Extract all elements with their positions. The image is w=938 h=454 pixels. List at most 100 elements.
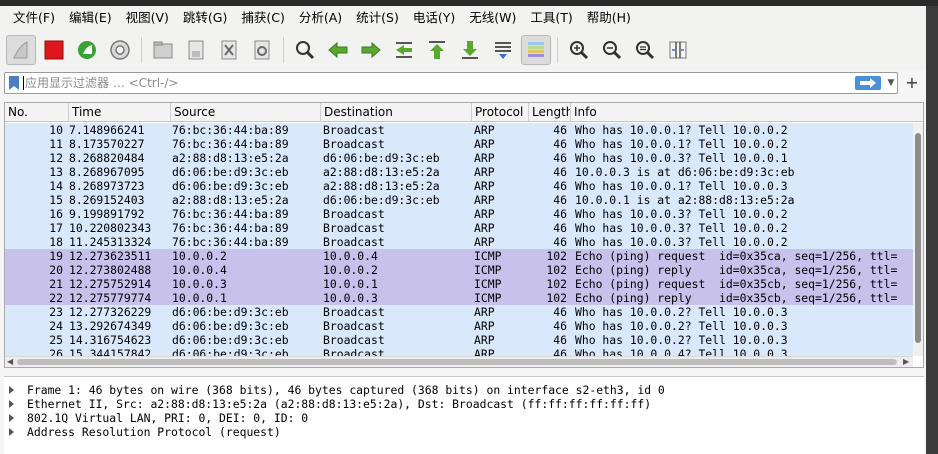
column-header-length[interactable]: Length <box>529 103 571 122</box>
column-header-time[interactable]: Time <box>69 103 171 122</box>
packet-list-horizontal-scrollbar[interactable]: ◀ ▶ <box>5 356 913 367</box>
packet-cell-info: 10.0.0.3 is at d6:06:be:d9:3c:eb <box>575 165 795 179</box>
packet-details-pane: Frame 1: 46 bytes on wire (368 bits), 46… <box>4 376 924 454</box>
packet-row[interactable]: 10 7.148966241 76:bc:36:44:ba:89 Broadcast A… <box>5 123 913 137</box>
menu-item[interactable]: 捕获(C) <box>234 6 291 30</box>
column-header-source[interactable]: Source <box>171 103 321 122</box>
display-filter-input[interactable] <box>25 74 845 92</box>
go-back-button[interactable] <box>323 35 353 65</box>
menu-item[interactable]: 无线(W) <box>462 6 523 30</box>
scrollbar-thumb[interactable] <box>17 359 897 365</box>
zoom-normal-button[interactable] <box>630 35 660 65</box>
packet-cell-time: 7.148966241 <box>69 123 145 137</box>
add-filter-button[interactable]: + <box>904 72 920 94</box>
stop-capture-button[interactable] <box>39 35 69 65</box>
save-file-button[interactable] <box>181 35 211 65</box>
go-first-packet-button[interactable] <box>422 35 452 65</box>
packet-cell-len: 102 <box>546 249 567 263</box>
packet-cell-info: Echo (ping) request id=0x35ca, seq=1/256… <box>575 249 898 263</box>
menu-item[interactable]: 电话(Y) <box>406 6 462 30</box>
packet-row[interactable]: 22 12.275779774 10.0.0.1 10.0.0.3 ICMP 102 Ech… <box>5 291 913 305</box>
packet-cell-src: 76:bc:36:44:ba:89 <box>172 207 289 221</box>
packet-row[interactable]: 25 14.316754623 d6:06:be:d9:3c:eb Broadcast… <box>5 333 913 347</box>
expand-arrow-icon[interactable] <box>9 400 14 408</box>
scrollbar-thumb[interactable] <box>915 133 921 343</box>
column-header-protocol[interactable]: Protocol <box>472 103 529 122</box>
find-packet-button[interactable] <box>290 35 320 65</box>
packet-cell-src: 10.0.0.4 <box>172 263 227 277</box>
packet-row[interactable]: 15 8.269152403 a2:88:d8:13:e5:2a d6:06:be:d… <box>5 193 913 207</box>
expand-arrow-icon[interactable] <box>9 428 14 436</box>
packet-cell-proto: ARP <box>474 151 495 165</box>
packet-row[interactable]: 24 13.292674349 d6:06:be:d9:3c:eb Broadcast… <box>5 319 913 333</box>
packet-row[interactable]: 17 10.220802343 76:bc:36:44:ba:89 Broadcast… <box>5 221 913 235</box>
apply-filter-button[interactable] <box>855 76 881 90</box>
packet-row[interactable]: 14 8.268973723 d6:06:be:d9:3c:eb a2:88:d8:1… <box>5 179 913 193</box>
packet-cell-no: 15 <box>49 193 63 207</box>
packet-row[interactable]: 13 8.268967095 d6:06:be:d9:3c:eb a2:88:d8:1… <box>5 165 913 179</box>
detail-tree-item[interactable]: Frame 1: 46 bytes on wire (368 bits), 46… <box>4 383 924 397</box>
detail-tree-item[interactable]: 802.1Q Virtual LAN, PRI: 0, DEI: 0, ID: … <box>4 411 924 425</box>
open-file-button[interactable] <box>148 35 178 65</box>
detail-tree-item[interactable]: Address Resolution Protocol (request) <box>4 425 924 439</box>
column-header-no[interactable]: No. <box>5 103 69 122</box>
detail-tree-label: Address Resolution Protocol (request) <box>27 425 281 439</box>
expand-arrow-icon[interactable] <box>9 386 14 394</box>
packet-cell-len: 46 <box>553 221 567 235</box>
detail-tree-item[interactable]: Ethernet II, Src: a2:88:d8:13:e5:2a (a2:… <box>4 397 924 411</box>
packet-cell-dst: Broadcast <box>323 305 385 319</box>
toolbar-separator <box>141 37 142 63</box>
packet-cell-src: d6:06:be:d9:3c:eb <box>172 319 289 333</box>
menu-item[interactable]: 视图(V) <box>119 6 176 30</box>
close-file-button[interactable] <box>214 35 244 65</box>
menu-item[interactable]: 编辑(E) <box>62 6 119 30</box>
packet-cell-no: 14 <box>49 179 63 193</box>
restart-capture-button[interactable] <box>72 35 102 65</box>
filter-history-dropdown[interactable]: ▼ <box>885 77 897 89</box>
packet-cell-proto: ICMP <box>474 291 502 305</box>
menu-item[interactable]: 工具(T) <box>523 6 579 30</box>
packet-cell-no: 10 <box>49 123 63 137</box>
menu-item[interactable]: 文件(F) <box>6 6 62 30</box>
packet-row[interactable]: 12 8.268820484 a2:88:d8:13:e5:2a d6:06:be:d… <box>5 151 913 165</box>
packet-cell-time: 8.173570227 <box>69 137 145 151</box>
column-header-info[interactable]: Info <box>571 103 923 122</box>
packet-row[interactable]: 18 11.245313324 76:bc:36:44:ba:89 Broadcast… <box>5 235 913 249</box>
packet-row[interactable]: 26 15.344157842 d6:06:be:d9:3c:eb Broadcast… <box>5 347 913 356</box>
go-to-packet-button[interactable] <box>389 35 419 65</box>
packet-cell-proto: ARP <box>474 137 495 151</box>
scroll-left-icon[interactable]: ◀ <box>7 357 13 366</box>
start-capture-button[interactable] <box>6 35 36 65</box>
packet-row[interactable]: 19 12.273623511 10.0.0.2 10.0.0.4 ICMP 102 Ech… <box>5 249 913 263</box>
go-last-packet-button[interactable] <box>455 35 485 65</box>
go-forward-button[interactable] <box>356 35 386 65</box>
packet-row[interactable]: 20 12.273802488 10.0.0.4 10.0.0.2 ICMP 102 Ech… <box>5 263 913 277</box>
scroll-right-icon[interactable]: ▶ <box>903 357 909 366</box>
packet-row[interactable]: 21 12.275752914 10.0.0.3 10.0.0.1 ICMP 102 Ech… <box>5 277 913 291</box>
packet-cell-dst: Broadcast <box>323 123 385 137</box>
packet-row[interactable]: 16 9.199891792 76:bc:36:44:ba:89 Broadcast A… <box>5 207 913 221</box>
autoscroll-button[interactable] <box>488 35 518 65</box>
zoom-out-button[interactable] <box>597 35 627 65</box>
menu-item[interactable]: 分析(A) <box>292 6 349 30</box>
column-header-destination[interactable]: Destination <box>321 103 472 122</box>
resize-columns-button[interactable] <box>663 35 693 65</box>
packet-cell-time: 12.275779774 <box>69 291 152 305</box>
menu-item[interactable]: 帮助(H) <box>580 6 638 30</box>
zoom-in-button[interactable] <box>564 35 594 65</box>
packet-row[interactable]: 23 12.277326229 d6:06:be:d9:3c:eb Broadcast… <box>5 305 913 319</box>
packet-cell-no: 11 <box>49 137 63 151</box>
capture-options-button[interactable] <box>105 35 135 65</box>
colorize-button[interactable] <box>521 35 551 65</box>
packet-cell-time: 12.273623511 <box>69 249 152 263</box>
packet-cell-src: 76:bc:36:44:ba:89 <box>172 123 289 137</box>
expand-arrow-icon[interactable] <box>9 414 14 422</box>
bookmark-icon[interactable] <box>8 76 20 90</box>
packet-row[interactable]: 11 8.173570227 76:bc:36:44:ba:89 Broadcast A… <box>5 137 913 151</box>
packet-cell-info: Who has 10.0.0.1? Tell 10.0.0.2 <box>575 123 788 137</box>
menu-item[interactable]: 跳转(G) <box>176 6 234 30</box>
menu-item[interactable]: 统计(S) <box>349 6 406 30</box>
packet-list-vertical-scrollbar[interactable] <box>913 123 923 356</box>
packet-cell-dst: Broadcast <box>323 347 385 356</box>
reload-file-button[interactable] <box>247 35 277 65</box>
